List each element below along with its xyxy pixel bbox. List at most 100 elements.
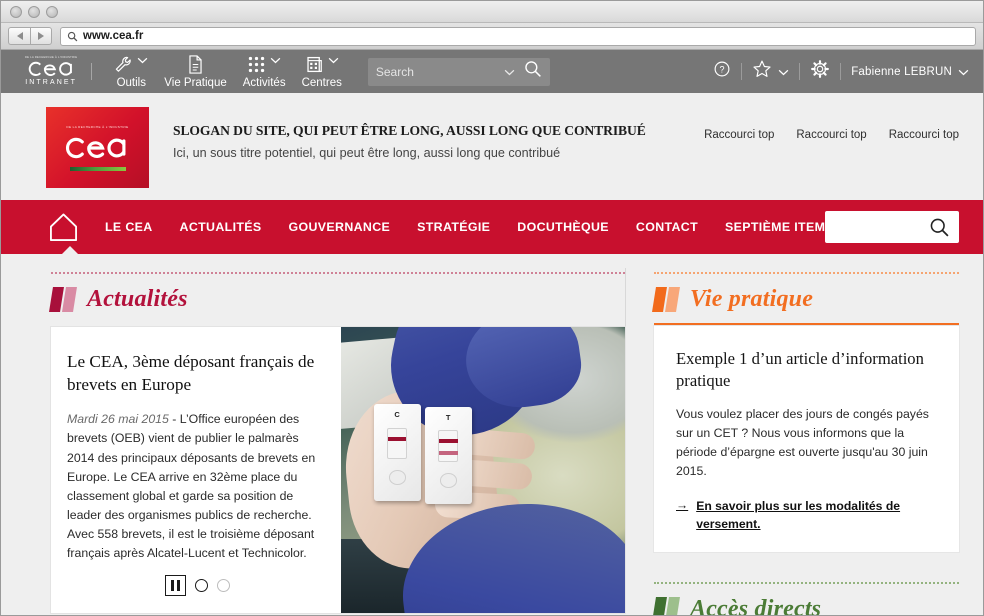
address-bar[interactable]: www.cea.fr [60,26,976,46]
header-slogans: SLOGAN DU SITE, QUI PEUT ÊTRE LONG, AUSS… [173,107,646,160]
document-icon [187,54,204,74]
user-name-label: Fabienne LEBRUN [851,65,952,78]
nav-item-contact[interactable]: CONTACT [636,220,698,234]
cea-intranet-logo[interactable]: DE LA RECHERCHE À L'INDUSTRIE INTRANET [25,55,78,87]
intranet-search-submit[interactable] [524,60,542,83]
column-actualites: Actualités Le CEA, 3ème déposant françai… [25,254,625,613]
arrow-right-icon: → [676,498,689,513]
nav-home-button[interactable] [49,212,78,243]
intranet-menu-outils[interactable]: Outils [114,54,148,89]
intranet-menu-centres[interactable]: Centres [302,54,342,89]
section-flag-icon [652,596,680,615]
nav-item-strategie[interactable]: STRATÉGIE [417,220,490,234]
nav-item-docutheque[interactable]: DOCUTHÈQUE [517,220,609,234]
photo-test-cassette-t: T [424,407,472,505]
vie-pratique-read-more-link[interactable]: → En savoir plus sur les modalités de ve… [676,498,937,533]
cea-logo-tagline: DE LA RECHERCHE À L'INDUSTRIE [25,55,78,59]
cea-logo-tagline: DE LA RECHERCHE À L'INDUSTRIE [66,124,129,129]
chevron-down-icon[interactable] [778,63,789,81]
cassette-window [437,430,459,462]
chevron-down-icon [328,51,339,69]
cea-wordmark-icon [65,137,125,158]
forward-button[interactable] [30,27,52,45]
magnifier-icon[interactable] [929,217,950,238]
section-title: Actualités [87,286,188,312]
nav-item-septieme-item[interactable]: SEPTIÈME ITEM [725,220,825,234]
cassette-well [388,470,406,485]
nav-item-actualites[interactable]: ACTUALITÉS [180,220,262,234]
browser-titlebar [1,1,983,23]
section-flag-icon [652,287,680,312]
news-article-text: - L’Office européen des brevets (OEB) vi… [67,412,316,560]
intranet-search-box[interactable]: Search [367,57,550,86]
site-header: DE LA RECHERCHE À L'INDUSTRIE SLOGAN DU … [1,93,983,200]
toolbar-divider [840,63,842,80]
vie-pratique-body: Vous voulez placer des jours de congés p… [676,407,929,479]
intranet-menu-label: Vie Pratique [164,77,227,89]
cea-logo[interactable]: DE LA RECHERCHE À L'INDUSTRIE [46,107,149,188]
section-flag-icon [49,287,77,312]
top-shortcuts: Raccourci top Raccourci top Raccourci to… [704,107,959,141]
site-slogan: SLOGAN DU SITE, QUI PEUT ÊTRE LONG, AUSS… [173,123,646,138]
vie-pratique-section-header: Vie pratique [652,254,959,326]
cassette-band [387,437,407,442]
intranet-right-actions: ? Fabienne LEBRUN [713,59,969,84]
carousel-dot-1[interactable] [195,579,208,592]
chevron-down-icon[interactable] [504,63,515,81]
site-search-box[interactable] [825,211,959,243]
nav-item-le-cea[interactable]: LE CEA [105,220,153,234]
help-icon[interactable]: ? [713,60,731,83]
shortcut-link[interactable]: Raccourci top [889,129,959,141]
cassette-well [439,473,457,488]
gear-icon[interactable] [810,59,830,84]
news-text-panel: Le CEA, 3ème déposant français de brevet… [51,327,341,613]
section-title: Vie pratique [690,286,814,312]
search-icon [67,31,78,41]
cassette-label: T [445,412,451,422]
intranet-menu-activites[interactable]: Activités [243,54,286,89]
window-close-button[interactable] [10,5,22,18]
section-dashed-rule [51,272,625,274]
nav-item-gouvernance[interactable]: GOUVERNANCE [289,220,391,234]
column-sidebar: Vie pratique Exemple 1 d’un article d’in… [626,254,959,615]
chevron-down-icon[interactable] [958,63,969,81]
wrench-icon [114,54,133,74]
carousel-dot-2[interactable] [217,579,230,592]
toolbar-divider [741,63,743,80]
vie-pratique-card: Exemple 1 d’un article d’information pra… [654,326,959,552]
vie-pratique-title[interactable]: Exemple 1 d’un article d’information pra… [676,348,937,391]
shortcut-link[interactable]: Raccourci top [796,129,866,141]
page-content: Actualités Le CEA, 3ème déposant françai… [1,254,983,615]
intranet-menu-vie-pratique[interactable]: Vie Pratique [164,54,227,89]
window-minimize-button[interactable] [28,5,40,18]
section-title-row: Vie pratique [652,286,959,313]
cea-logo-gradient-bar [69,166,126,171]
building-icon [305,54,324,74]
cea-logo-sub: INTRANET [25,79,78,87]
back-button[interactable] [8,27,30,45]
actualites-section-header: Actualités [49,254,625,313]
cassette-window [386,427,408,459]
section-title-row: Accès directs [652,595,959,615]
photo-test-cassette-c: C [373,404,421,502]
section-dashed-rule [654,272,959,274]
carousel-controls [165,575,230,596]
star-icon[interactable] [752,59,772,84]
news-article-body: Mardi 26 mai 2015 - L’Office européen de… [67,410,319,562]
shortcut-link[interactable]: Raccourci top [704,129,774,141]
chevron-down-icon [270,51,281,69]
browser-toolbar: www.cea.fr [1,23,983,50]
toolbar-divider [799,63,801,80]
back-arrow-icon [16,32,23,40]
window-maximize-button[interactable] [46,5,58,18]
intranet-search-placeholder: Search [375,64,414,79]
intranet-toolbar: DE LA RECHERCHE À L'INDUSTRIE INTRANET O… [1,50,983,93]
news-carousel-card: Le CEA, 3ème déposant français de brevet… [51,327,625,613]
page-viewport: DE LA RECHERCHE À L'INDUSTRIE INTRANET O… [1,50,983,615]
news-article-title[interactable]: Le CEA, 3ème déposant français de brevet… [67,351,319,396]
svg-text:?: ? [720,65,725,75]
carousel-pause-button[interactable] [165,575,186,596]
chevron-down-icon [137,51,148,69]
section-title: Accès directs [690,595,822,615]
cassette-band [438,450,458,455]
